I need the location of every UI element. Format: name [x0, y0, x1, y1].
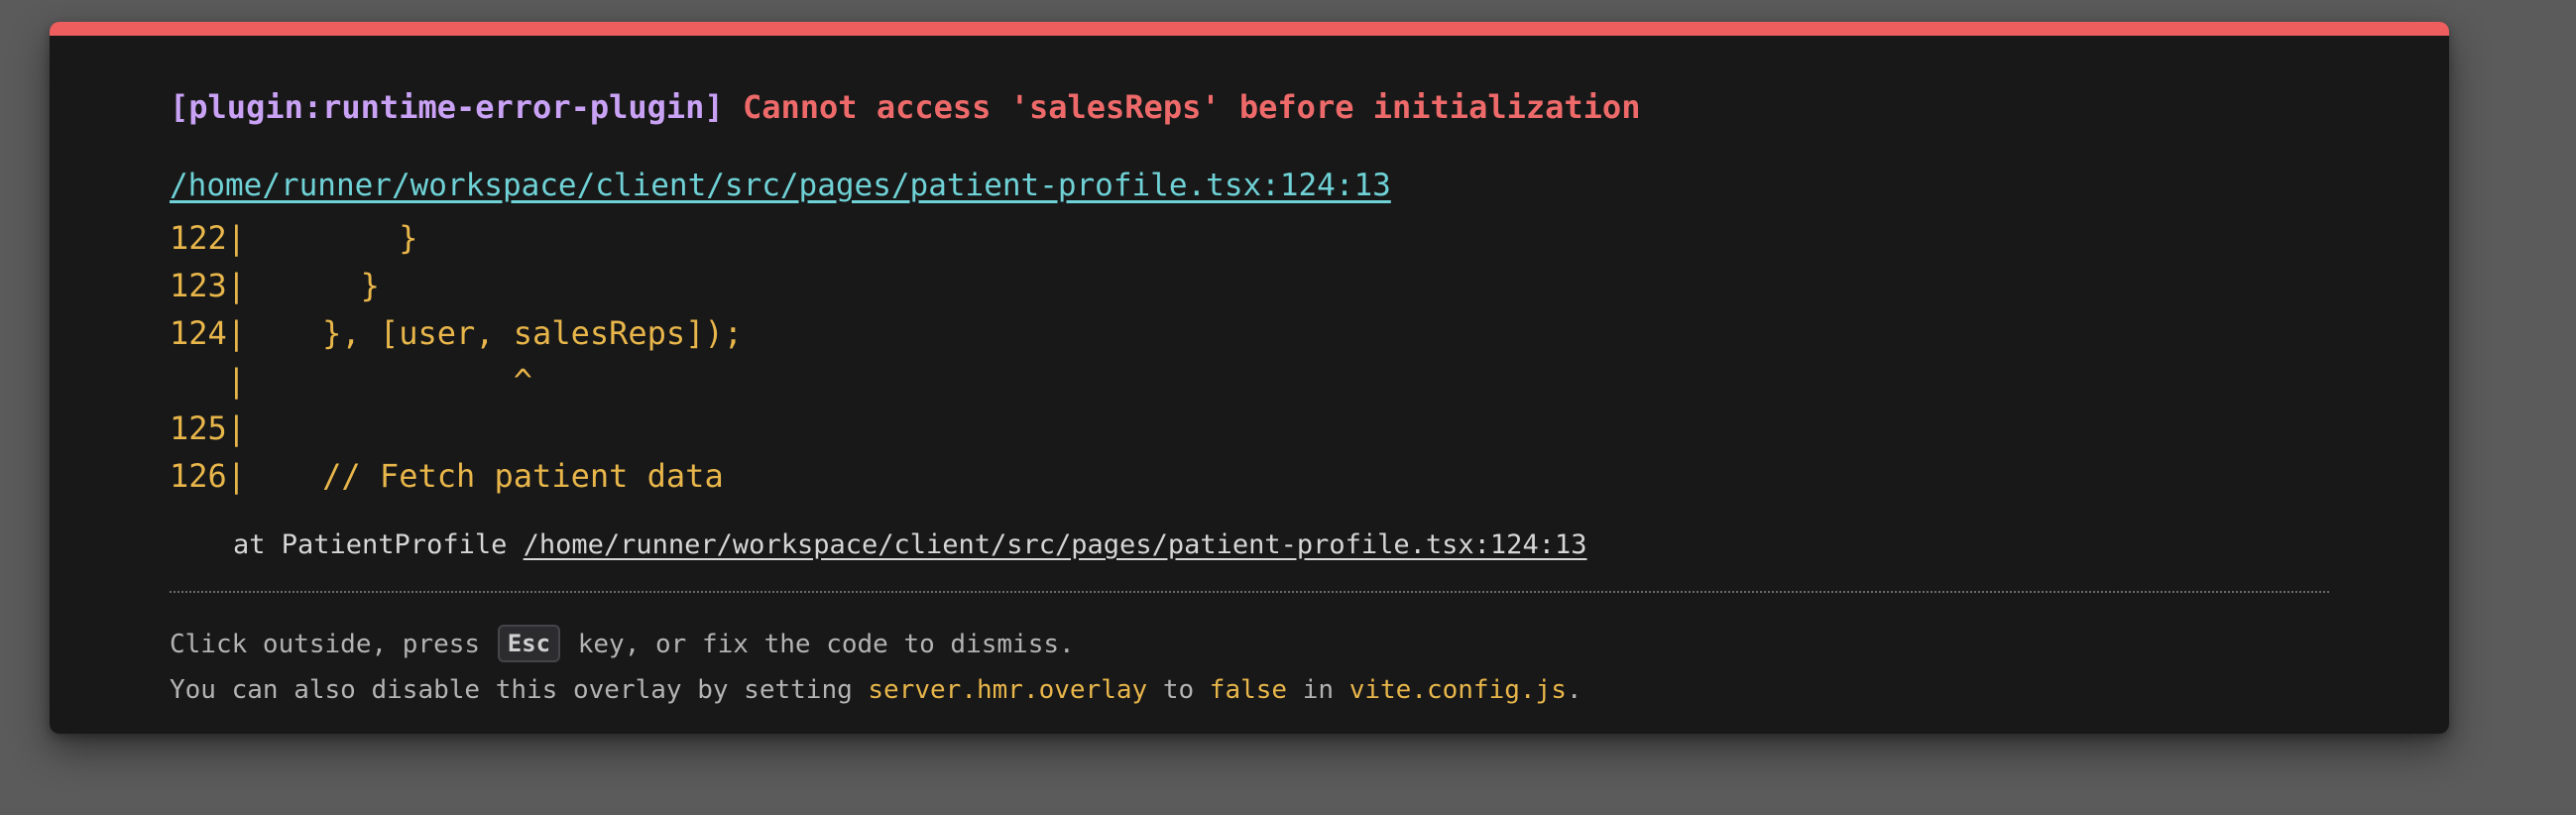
error-file-link[interactable]: /home/runner/workspace/client/src/pages/…: [170, 165, 1391, 206]
tip-text: .: [1566, 675, 1582, 705]
error-overlay: [plugin:runtime-error-plugin] Cannot acc…: [50, 22, 2449, 734]
tip-text: to: [1147, 675, 1210, 705]
code-frame-line: 125|: [170, 409, 247, 447]
stack-prefix: at PatientProfile: [233, 529, 524, 560]
tip-text: You can also disable this overlay by set…: [170, 675, 869, 705]
config-file-code: vite.config.js: [1348, 675, 1567, 705]
error-message: Cannot access 'salesReps' before initial…: [742, 88, 1641, 126]
tip-text: key, or fix the code to dismiss.: [562, 630, 1075, 659]
tip-text: Click outside, press: [170, 630, 496, 659]
tip-text: in: [1287, 675, 1349, 705]
code-frame-line: 123| }: [170, 267, 380, 304]
disable-overlay-tip: You can also disable this overlay by set…: [170, 670, 1582, 710]
code-frame-line: 122| }: [170, 219, 418, 257]
dismiss-tip: Click outside, press Esc key, or fix the…: [170, 624, 1075, 664]
config-option-code: server.hmr.overlay: [868, 675, 1148, 705]
code-frame-line: 126| // Fetch patient data: [170, 457, 724, 495]
code-frame-line: 124| }, [user, salesReps]);: [170, 314, 743, 352]
stack-file-link[interactable]: /home/runner/workspace/client/src/pages/…: [524, 529, 1587, 560]
plugin-name: [plugin:runtime-error-plugin]: [170, 88, 724, 126]
code-frame: 122| } 123| } 124| }, [user, salesReps]); …: [170, 214, 743, 500]
config-value-code: false: [1209, 675, 1288, 705]
error-title: [plugin:runtime-error-plugin] Cannot acc…: [170, 85, 1640, 129]
stack-trace: at PatientProfile /home/runner/workspace…: [233, 525, 1586, 565]
divider: [170, 591, 2329, 593]
esc-key-badge: Esc: [497, 624, 561, 662]
code-frame-caret-line: | ^: [170, 362, 533, 400]
